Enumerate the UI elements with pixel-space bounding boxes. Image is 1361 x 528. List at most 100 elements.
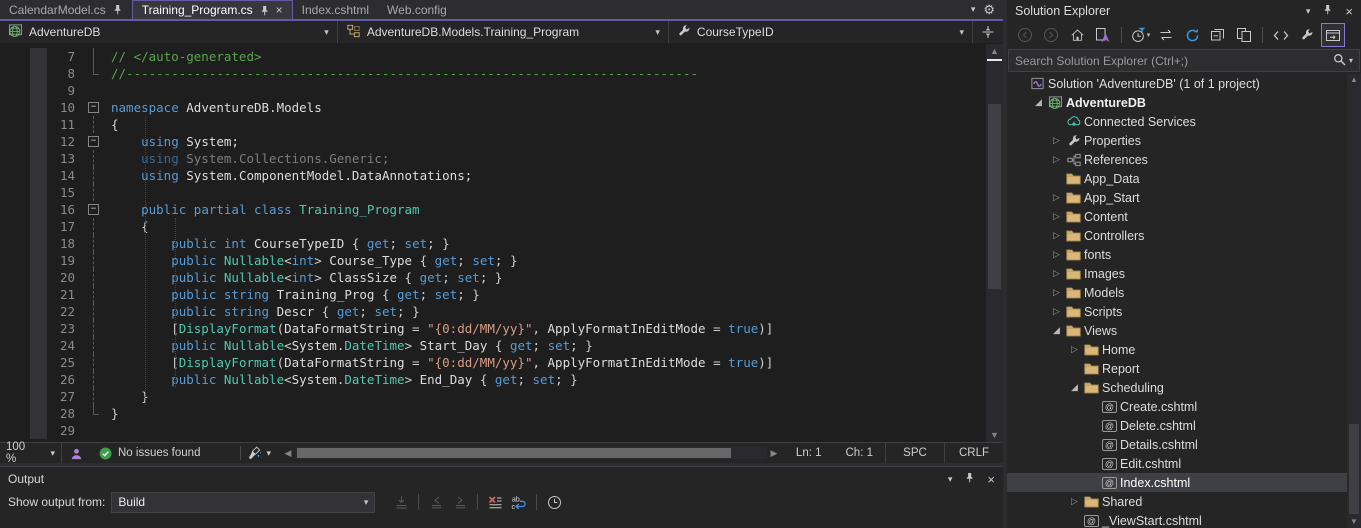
output-source-combobox[interactable]: Build ▾ [111,491,376,513]
tree-item[interactable]: ▷ References [1007,150,1361,169]
tree-item[interactable]: ▷ Shared [1007,492,1361,511]
document-tab[interactable]: CalendarModel.cs [0,0,132,19]
chevron-down-icon[interactable]: ▾ [971,4,976,15]
code-line[interactable]: 8 //-------------------------------------… [0,65,986,82]
code-line[interactable]: 18 public int CourseTypeID { get; set; } [0,235,986,252]
collapsed-arrow-icon[interactable]: ▷ [1049,154,1064,165]
column-indicator[interactable]: Ch: 1 [834,443,886,463]
sync-active-document-icon[interactable] [1154,23,1178,47]
scroll-up-arrow-icon[interactable]: ▲ [986,44,1003,58]
vertical-scrollbar[interactable]: ▲ ▼ [986,44,1003,442]
close-icon[interactable]: × [276,4,283,16]
code-line[interactable]: 29 [0,422,986,439]
horizontal-scrollbar[interactable]: ◀ ▶ [281,446,781,460]
tree-item[interactable]: Connected Services [1007,112,1361,131]
fold-margin[interactable]: − [85,133,103,150]
scroll-left-arrow-icon[interactable]: ◀ [281,448,295,459]
indent-mode-indicator[interactable]: SPC [885,443,944,463]
tree-vertical-scrollbar[interactable]: ▲ ▼ [1347,74,1361,528]
code-line[interactable]: 13 using System.Collections.Generic; [0,150,986,167]
issues-indicator[interactable]: No issues found [99,447,200,460]
document-tab[interactable]: Training_Program.cs × [131,0,293,19]
member-dropdown[interactable]: CourseTypeID ▾ [669,21,973,43]
line-indicator[interactable]: Ln: 1 [784,443,834,463]
close-icon[interactable]: × [1345,5,1353,18]
collapsed-arrow-icon[interactable]: ▷ [1049,287,1064,298]
tree-item[interactable]: @ Details.cshtml [1007,435,1361,454]
code-line[interactable]: 9 [0,82,986,99]
clear-all-icon[interactable] [485,492,505,512]
refresh-icon[interactable] [1180,23,1204,47]
expanded-arrow-icon[interactable]: ◢ [1067,382,1082,393]
code-line[interactable]: 20 public Nullable<int> ClassSize { get;… [0,269,986,286]
tree-item[interactable]: @ Create.cshtml [1007,397,1361,416]
pending-changes-filter-icon[interactable]: ▾ [1128,23,1152,47]
tree-item[interactable]: App_Data [1007,169,1361,188]
horizontal-scrollbar-track[interactable] [295,447,767,459]
tree-item[interactable]: ▷ Models [1007,283,1361,302]
collapse-all-icon[interactable] [1206,23,1230,47]
collapsed-arrow-icon[interactable]: ▷ [1049,211,1064,222]
chevron-down-icon[interactable]: ▾ [1349,56,1353,65]
collapsed-arrow-icon[interactable]: ▷ [1049,268,1064,279]
pin-icon[interactable] [964,472,975,486]
collapsed-arrow-icon[interactable]: ▷ [1049,306,1064,317]
tree-item[interactable]: ◢ Views [1007,321,1361,340]
scroll-down-arrow-icon[interactable]: ▼ [1347,516,1361,528]
expanded-arrow-icon[interactable]: ◢ [1031,97,1046,108]
close-icon[interactable]: × [987,473,995,486]
collapsed-arrow-icon[interactable]: ▷ [1049,230,1064,241]
home-icon[interactable] [1065,23,1089,47]
tree-item[interactable]: Solution 'AdventureDB' (1 of 1 project) [1007,74,1361,93]
tree-item[interactable]: ▷ fonts [1007,245,1361,264]
code-line[interactable]: 15 [0,184,986,201]
tree-item[interactable]: ▷ Content [1007,207,1361,226]
document-tab[interactable]: Index.cshtml [293,0,378,19]
type-dropdown[interactable]: AdventureDB.Models.Training_Program ▾ [338,21,669,43]
code-line[interactable]: 27 } [0,388,986,405]
code-line[interactable]: 10 − namespace AdventureDB.Models [0,99,986,116]
collapsed-arrow-icon[interactable]: ▷ [1067,496,1082,507]
code-line[interactable]: 24 public Nullable<System.DateTime> Star… [0,337,986,354]
switch-views-icon[interactable] [1091,23,1115,47]
collapse-box-icon[interactable]: − [88,102,99,113]
tree-scrollbar-thumb[interactable] [1349,424,1359,514]
tree-item[interactable]: @ _ViewStart.cshtml [1007,511,1361,528]
pin-icon[interactable] [112,4,123,15]
code-line[interactable]: 21 public string Training_Prog { get; se… [0,286,986,303]
vertical-scrollbar-thumb[interactable] [988,104,1001,289]
code-cleanup-button[interactable]: ▾ [247,446,271,460]
tree-item[interactable]: @ Delete.cshtml [1007,416,1361,435]
code-line[interactable]: 25 [DisplayFormat(DataFormatString = "{0… [0,354,986,371]
fold-margin[interactable]: − [85,99,103,116]
gear-icon[interactable]: ⚙ [983,2,995,18]
code-line[interactable]: 19 public Nullable<int> Course_Type { ge… [0,252,986,269]
zoom-selector[interactable]: 100 % ▾ [0,441,62,465]
collapse-box-icon[interactable]: − [88,136,99,147]
show-all-files-icon[interactable] [1232,23,1256,47]
tree-item[interactable]: Report [1007,359,1361,378]
search-solution-explorer-input[interactable]: Search Solution Explorer (Ctrl+;) ▾ [1008,49,1360,72]
tree-item[interactable]: ▷ Controllers [1007,226,1361,245]
code-line[interactable]: 17 { [0,218,986,235]
tree-item[interactable]: @ Index.cshtml [1007,473,1361,492]
fold-margin[interactable]: − [85,201,103,218]
tree-item[interactable]: ▷ Images [1007,264,1361,283]
split-window-button[interactable] [973,21,1003,43]
tree-item[interactable]: ▷ App_Start [1007,188,1361,207]
code-line[interactable]: 11 { [0,116,986,133]
document-tab[interactable]: Web.config [378,0,456,19]
preview-selected-items-icon[interactable] [1321,23,1345,47]
pin-icon[interactable] [1322,4,1333,18]
collapsed-arrow-icon[interactable]: ▷ [1049,249,1064,260]
code-line[interactable]: 12 − using System; [0,133,986,150]
scroll-up-arrow-icon[interactable]: ▲ [1347,74,1361,86]
tree-item[interactable]: ▷ Home [1007,340,1361,359]
code-line[interactable]: 16 − public partial class Training_Progra… [0,201,986,218]
scroll-down-arrow-icon[interactable]: ▼ [986,428,1003,442]
window-position-chevron-icon[interactable]: ▾ [1306,6,1311,17]
timestamp-icon[interactable] [544,492,564,512]
project-dropdown[interactable]: AdventureDB ▾ [0,21,338,43]
collapsed-arrow-icon[interactable]: ▷ [1049,192,1064,203]
code-line[interactable]: 28} [0,405,986,422]
